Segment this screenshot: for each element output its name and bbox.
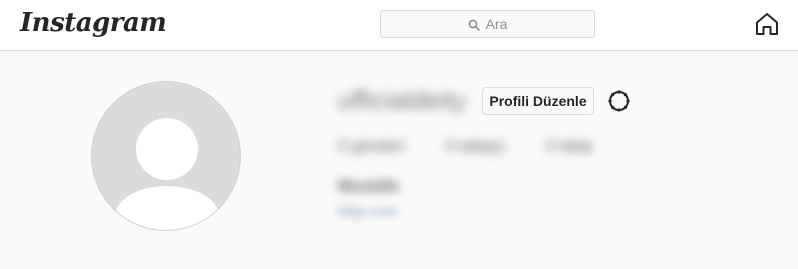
gear-icon[interactable]: [606, 88, 632, 114]
edit-profile-button[interactable]: Profili Düzenle: [482, 87, 594, 115]
followers-count[interactable]: 0 takipçi: [446, 138, 505, 156]
profile-username: ufficialdeity: [338, 85, 467, 115]
posts-count: 0 gönderi: [338, 138, 405, 155]
profile-website-link[interactable]: bilgi.com: [338, 203, 397, 220]
top-navigation-bar: Instagram Ara: [0, 0, 798, 51]
search-input[interactable]: Ara: [380, 10, 595, 38]
search-icon: [468, 18, 480, 31]
following-count[interactable]: 0 takip: [546, 138, 593, 156]
home-icon[interactable]: [754, 11, 780, 37]
search-placeholder: Ara: [485, 16, 508, 32]
instagram-logo[interactable]: Instagram: [20, 8, 167, 38]
profile-full-name: Mustafa: [338, 178, 399, 195]
avatar[interactable]: [91, 81, 241, 231]
